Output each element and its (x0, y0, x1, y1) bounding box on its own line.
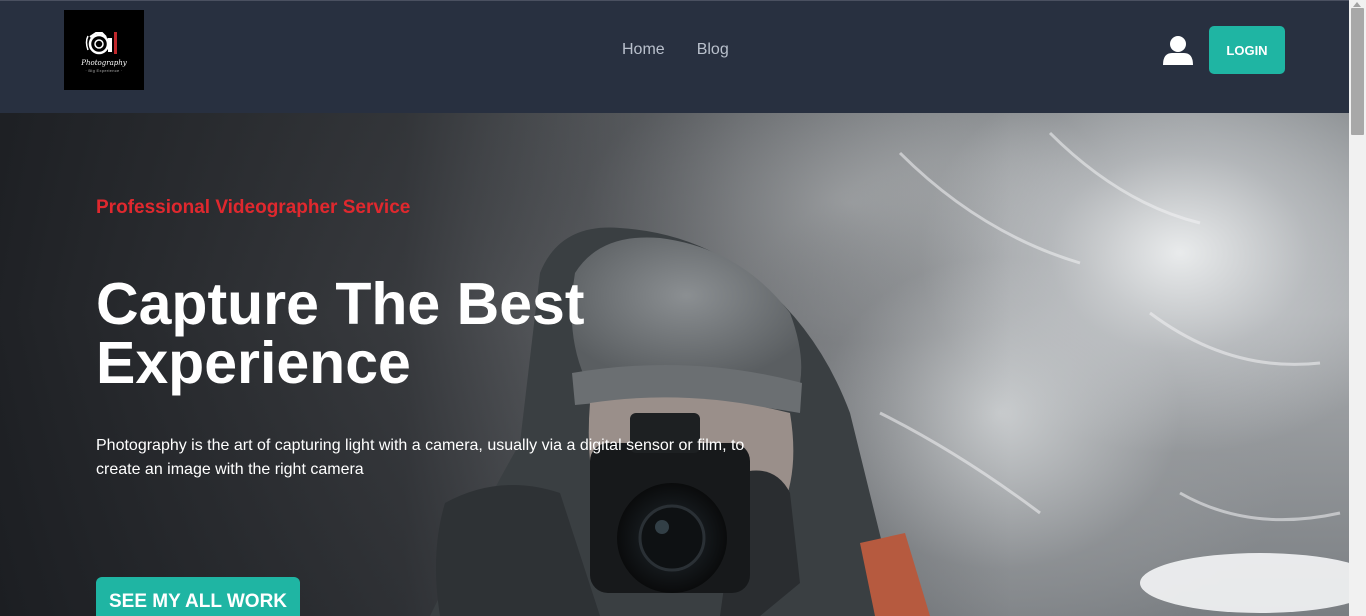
camera-logo-icon (82, 28, 126, 58)
main-nav: Home Blog (622, 41, 729, 59)
hero-headline: Capture The Best Experience (96, 271, 585, 396)
logo-subtext: · Big Experience · (85, 67, 123, 73)
hero-description: Photography is the art of capturing ligh… (96, 437, 745, 478)
scroll-up-arrow-icon[interactable] (1353, 2, 1361, 7)
navbar: Photography · Big Experience · Home Blog… (0, 0, 1349, 113)
page-scrollbar[interactable] (1349, 0, 1366, 616)
scroll-thumb[interactable] (1351, 8, 1364, 135)
hero-section: Professional Videographer Service Captur… (0, 113, 1349, 616)
hero-kicker: Professional Videographer Service (96, 197, 411, 218)
user-icon[interactable] (1162, 34, 1194, 66)
nav-link-blog[interactable]: Blog (697, 41, 729, 59)
logo-text: Photography (81, 58, 127, 67)
nav-link-home[interactable]: Home (622, 41, 665, 59)
see-all-work-button[interactable]: SEE MY ALL WORK (96, 577, 300, 616)
brand-logo[interactable]: Photography · Big Experience · (64, 10, 144, 90)
login-button[interactable]: LOGIN (1209, 26, 1285, 74)
